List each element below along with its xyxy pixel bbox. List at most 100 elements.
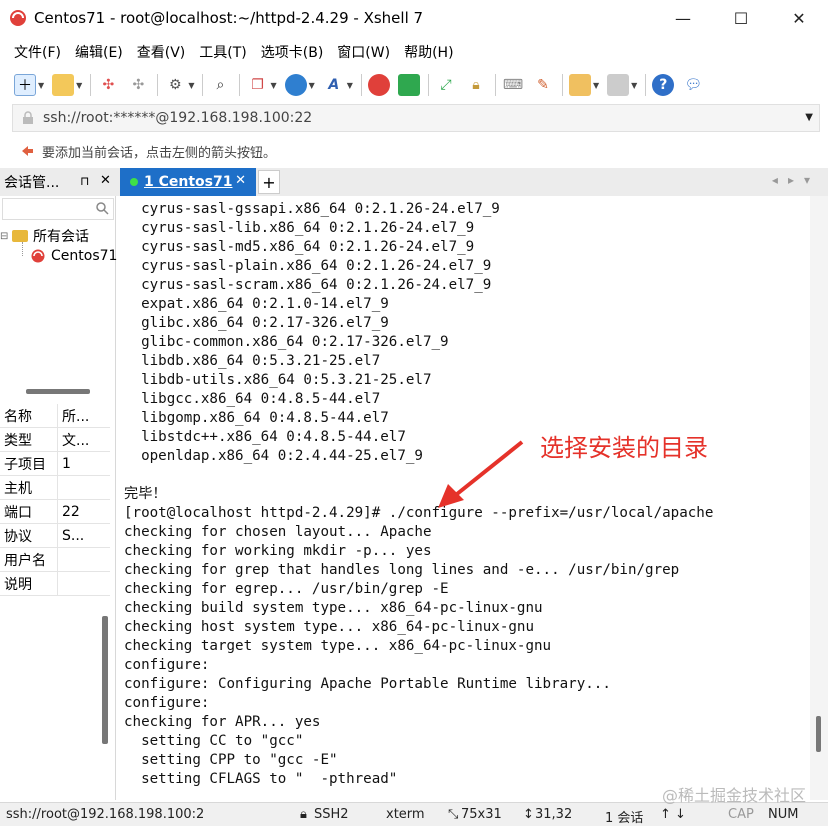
minimize-button[interactable]: — [654, 0, 712, 36]
terminal-line: configure: [124, 657, 210, 673]
address-input[interactable]: ssh://root:******@192.168.198.100:22 [43, 110, 312, 126]
terminal-line: setting CC to "gcc" [124, 733, 304, 749]
menu-tabs[interactable]: 选项卡(B) [261, 42, 324, 62]
tree-item-all-sessions[interactable]: ⊟ 所有会话 [0, 226, 89, 246]
sessions-arrow-icon[interactable]: ↑ ↓ [660, 807, 686, 822]
fullscreen-icon[interactable]: ⤢ [435, 74, 457, 96]
terminal-line: checking for APR... yes [124, 714, 321, 730]
new-session-icon[interactable]: ＋ [14, 74, 36, 96]
open-folder-icon[interactable] [52, 74, 75, 96]
xshell-icon[interactable] [367, 74, 390, 96]
connect-icon[interactable]: ✣ [97, 74, 119, 96]
property-row: 名称 所... [0, 404, 110, 428]
resize-icon: ⤡ [448, 807, 459, 822]
highlight-icon[interactable]: ✎ [532, 74, 554, 96]
property-row: 协议 S... [0, 524, 110, 548]
tab-row: 会话管... ⊓ ✕ 1 Centos71 ✕ + ◂▸▾ [0, 168, 828, 196]
properties-icon[interactable]: ⚙ [164, 74, 186, 96]
chat-icon[interactable]: 💬︎ [682, 74, 704, 96]
chevron-down-icon[interactable]: ▼ [38, 81, 44, 90]
status-cursor: 31,32 [535, 807, 573, 822]
disconnect-icon[interactable]: ✣ [127, 74, 149, 96]
close-icon[interactable]: ✕ [100, 173, 111, 188]
add-tab-button[interactable]: + [258, 170, 280, 194]
terminal-line: libgomp.x86_64 0:4.8.5-44.el7 [124, 410, 389, 426]
title-bar: Centos71 - root@localhost:~/httpd-2.4.29… [0, 0, 828, 36]
terminal-scrollbar[interactable] [810, 196, 828, 800]
help-icon[interactable]: ? [652, 74, 675, 96]
collapse-icon[interactable]: ⊟ [0, 231, 10, 242]
tab-navigation-icon[interactable]: ◂▸▾ [772, 173, 820, 187]
terminal-view[interactable]: cyrus-sasl-gssapi.x86_64 0:2.1.26-24.el7… [118, 196, 810, 800]
terminal-line: checking host system type... x86_64-pc-l… [124, 619, 534, 635]
xftp-icon[interactable] [397, 74, 420, 96]
keyboard-icon[interactable]: ⌨ [502, 74, 524, 96]
close-tab-icon[interactable]: ✕ [235, 173, 246, 188]
terminal-line: cyrus-sasl-plain.x86_64 0:2.1.26-24.el7_… [124, 258, 492, 274]
menu-view[interactable]: 查看(V) [137, 42, 186, 62]
menu-window[interactable]: 窗口(W) [337, 42, 390, 62]
tree-item-label: 所有会话 [33, 229, 89, 245]
chevron-down-icon[interactable]: ▼ [805, 112, 813, 123]
address-bar[interactable]: ssh://root:******@192.168.198.100:22 ▼ [12, 104, 820, 132]
tree-item-centos71[interactable]: Centos71 [30, 248, 117, 264]
hint-bar: 要添加当前会话，点击左侧的箭头按钮。 [0, 136, 828, 166]
terminal-line: checking target system type... x86_64-pc… [124, 638, 552, 654]
property-key: 端口 [0, 500, 58, 523]
pin-icon[interactable]: ⊓ [80, 174, 89, 188]
search-icon[interactable]: ⌕ [209, 74, 231, 96]
window-title: Centos71 - root@localhost:~/httpd-2.4.29… [34, 9, 424, 27]
search-icon[interactable] [95, 201, 109, 215]
arrow-bookmark-icon[interactable] [20, 144, 34, 158]
status-terminal-type: xterm [386, 807, 425, 822]
chevron-down-icon[interactable]: ▼ [309, 81, 315, 90]
menu-help[interactable]: 帮助(H) [404, 42, 453, 62]
panel-splitter[interactable] [26, 389, 90, 394]
transfer-icon[interactable] [568, 74, 591, 96]
properties-scrollbar[interactable] [102, 616, 108, 744]
chevron-down-icon[interactable]: ▼ [593, 81, 599, 90]
property-row: 用户名 [0, 548, 110, 572]
chevron-down-icon[interactable]: ▼ [347, 81, 353, 90]
lock-icon[interactable]: 🔒︎ [465, 74, 487, 96]
copy-icon[interactable]: ❐ [246, 74, 268, 96]
toolbar-divider [494, 74, 496, 96]
xshell-logo-icon [8, 8, 28, 28]
terminal-line: libgcc.x86_64 0:4.8.5-44.el7 [124, 391, 381, 407]
maximize-button[interactable]: ☐ [712, 0, 770, 36]
connected-status-icon [130, 178, 138, 186]
property-key: 类型 [0, 428, 58, 451]
close-button[interactable]: ✕ [770, 0, 828, 36]
watermark: @稀土掘金技术社区 [661, 786, 806, 805]
chevron-down-icon[interactable]: ▼ [76, 81, 82, 90]
xshell-session-icon [31, 249, 45, 263]
terminal-line: 完毕！ [124, 486, 167, 502]
property-value: 1 [62, 455, 71, 472]
layout-icon[interactable] [607, 74, 630, 96]
lock-icon [23, 111, 33, 124]
toolbar-divider [427, 74, 429, 96]
terminal-line: cyrus-sasl-lib.x86_64 0:2.1.26-24.el7_9 [124, 220, 475, 236]
chevron-down-icon[interactable]: ▼ [270, 81, 276, 90]
tab-centos71[interactable]: 1 Centos71 ✕ [120, 168, 256, 196]
session-manager-header: 会话管... ⊓ ✕ [0, 168, 116, 196]
scrollbar-thumb[interactable] [816, 716, 821, 752]
terminal-line: checking build system type... x86_64-pc-… [124, 600, 543, 616]
menu-file[interactable]: 文件(F) [14, 42, 61, 62]
tab-label: 1 Centos71 [144, 174, 233, 190]
toolbar: ＋ ▼ ▼ ✣ ✣ ⚙ ▼ ⌕ ❐ ▼ ▼ A ▼ ⤢ 🔒︎ ⌨ ✎ ▼ ▼ ? 💬︎ [0, 68, 828, 102]
toolbar-divider [239, 74, 241, 96]
toolbar-divider [360, 74, 362, 96]
property-row: 子项目 1 [0, 452, 110, 476]
property-key: 子项目 [0, 452, 58, 475]
session-search-input[interactable] [2, 198, 114, 220]
chevron-down-icon[interactable]: ▼ [631, 81, 637, 90]
font-icon[interactable]: A [323, 74, 345, 96]
menu-edit[interactable]: 编辑(E) [75, 42, 123, 62]
menu-tools[interactable]: 工具(T) [199, 42, 246, 62]
terminal-line: glibc-common.x86_64 0:2.17-326.el7_9 [124, 334, 449, 350]
status-connection: ssh://root@192.168.198.100:2 [6, 807, 205, 822]
chevron-down-icon[interactable]: ▼ [188, 81, 194, 90]
globe-icon[interactable] [284, 74, 307, 96]
